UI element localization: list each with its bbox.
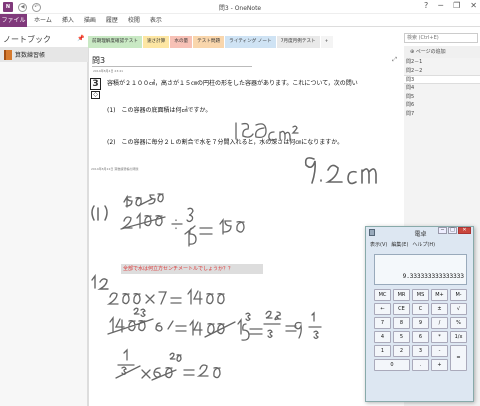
- subquestion-2: (2) この容器に毎分２Ｌの割合で水を７分間入れると，水の深さは何㎝になりますか…: [107, 139, 344, 146]
- section-tab[interactable]: 速さ計算: [142, 36, 170, 48]
- calc-key[interactable]: /: [431, 317, 448, 329]
- section-tab[interactable]: ライティング ノート: [225, 36, 276, 48]
- calc-key[interactable]: C: [412, 303, 429, 315]
- search-input[interactable]: 検索 (Ctrl+E): [404, 33, 478, 43]
- calc-key[interactable]: 3: [412, 345, 429, 357]
- calc-key[interactable]: 4: [374, 331, 391, 343]
- calc-key[interactable]: M+: [431, 289, 448, 301]
- page-list-item[interactable]: 問5: [404, 93, 480, 102]
- title-underline: [92, 66, 252, 67]
- calc-key[interactable]: MC: [374, 289, 391, 301]
- page-canvas[interactable]: 問3 2014年8月4日 23:41 ⤢ 3 ◇ 容積が２１００㎤，高さが１５㎝…: [88, 48, 404, 406]
- calc-menu-edit[interactable]: 編集(E): [391, 241, 408, 248]
- menu-view[interactable]: 表示: [150, 14, 162, 27]
- menu-insert[interactable]: 挿入: [62, 14, 74, 27]
- minimize-icon[interactable]: ─: [438, 1, 443, 10]
- add-page-button[interactable]: ⊕ ページの追加: [404, 46, 480, 58]
- calculator-window[interactable]: 電卓 ─ □ ✕ 表示(V) 編集(E) ヘルプ(H) 9.3333333333…: [365, 226, 474, 402]
- subquestion-1: (1) この容器の底面積は何㎠ですか。: [107, 107, 212, 114]
- window-controls: ? ─ ❐ ✕: [424, 1, 477, 10]
- calc-key[interactable]: MR: [393, 289, 410, 301]
- calc-key[interactable]: *: [431, 331, 448, 343]
- calc-key[interactable]: 6: [412, 331, 429, 343]
- calc-key[interactable]: ±: [431, 303, 448, 315]
- calc-key[interactable]: 1: [374, 345, 391, 357]
- menu-draw[interactable]: 描画: [84, 14, 96, 27]
- highlighted-question: 全部で水は何立方センチメートルでしょうか？？: [121, 264, 263, 274]
- expand-icon[interactable]: ⤢: [392, 56, 397, 64]
- calculator-window-controls: ─ □ ✕: [438, 227, 471, 234]
- restore-icon[interactable]: ❐: [453, 1, 460, 10]
- section-tab[interactable]: テスト問題: [193, 36, 225, 48]
- page-list-item[interactable]: 問4: [404, 84, 480, 93]
- calc-minimize-icon[interactable]: ─: [438, 227, 447, 234]
- calc-key[interactable]: 2: [393, 345, 410, 357]
- section-tab[interactable]: 前期理解度確認テスト: [88, 36, 142, 48]
- section-tab[interactable]: 7月度月例テスト: [276, 36, 320, 48]
- calc-key[interactable]: +: [431, 359, 448, 371]
- window-title: 問3 - OneNote: [218, 5, 262, 12]
- calc-key[interactable]: 7: [374, 317, 391, 329]
- notebook-item[interactable]: 算数練習帳: [0, 47, 88, 62]
- page-list-item[interactable]: 問6: [404, 101, 480, 110]
- question-number: 3: [90, 78, 101, 90]
- page-list-item[interactable]: 問2－2: [404, 67, 480, 76]
- ribbon-menus: ホーム 挿入 描画 履歴 校閲 表示: [34, 14, 162, 27]
- calc-key[interactable]: 9: [412, 317, 429, 329]
- calculator-keypad: MC MR MS M+ M- ← CE C ± √ 7 8 9/% 4 5 6 * 1/x 1 2 3- = 0. +: [374, 289, 467, 371]
- calc-key[interactable]: CE: [393, 303, 410, 315]
- notebook-pane: [0, 62, 88, 406]
- page-date: 2014年8月4日 23:41: [93, 69, 124, 73]
- close-icon[interactable]: ✕: [470, 1, 477, 10]
- calc-key[interactable]: 5: [393, 331, 410, 343]
- calc-key[interactable]: -: [431, 345, 448, 357]
- question-marker-icon: ◇: [91, 91, 100, 99]
- page-list-item[interactable]: 問7: [404, 110, 480, 119]
- calculator-menu: 表示(V) 編集(E) ヘルプ(H): [370, 241, 435, 248]
- calc-key[interactable]: MS: [412, 289, 429, 301]
- calc-key[interactable]: M-: [450, 289, 467, 301]
- add-section-tab[interactable]: +: [320, 36, 333, 48]
- calc-key[interactable]: 8: [393, 317, 410, 329]
- calc-key[interactable]: √: [450, 303, 467, 315]
- ribbon: ファイル ホーム 挿入 描画 履歴 校閲 表示: [0, 14, 480, 27]
- menu-history[interactable]: 履歴: [106, 14, 118, 27]
- calc-key[interactable]: 0: [374, 359, 410, 371]
- calc-key[interactable]: %: [450, 317, 467, 329]
- pin-icon[interactable]: 📌: [77, 35, 84, 42]
- page-title[interactable]: 問3: [92, 55, 105, 66]
- menu-review[interactable]: 校閲: [128, 14, 140, 27]
- notebook-header[interactable]: ノートブック: [0, 34, 88, 46]
- calc-key[interactable]: =: [450, 345, 467, 371]
- calc-key[interactable]: 1/x: [450, 331, 467, 343]
- section-tab[interactable]: 水の量: [170, 36, 193, 48]
- notebook-icon: [4, 49, 12, 60]
- page-list-item[interactable]: 問2－1: [404, 58, 480, 67]
- calc-key[interactable]: ←: [374, 303, 391, 315]
- help-icon[interactable]: ?: [424, 1, 428, 10]
- calc-key[interactable]: .: [412, 359, 429, 371]
- calculator-display: 9.333333333333333: [374, 254, 467, 285]
- section-tabs: 前期理解度確認テスト 速さ計算 水の量 テスト問題 ライティング ノート 7月度月例テスト…: [88, 36, 333, 48]
- file-tab[interactable]: ファイル: [0, 14, 27, 27]
- faint-note: 2014年8月22日 算数練習帳の問題: [91, 167, 139, 171]
- calc-menu-view[interactable]: 表示(V): [370, 241, 387, 248]
- add-page-label: ページの追加: [415, 49, 446, 55]
- title-bar: N ◀ ↶ 問3 - OneNote ? ─ ❐ ✕: [0, 0, 480, 14]
- menu-home[interactable]: ホーム: [34, 14, 52, 27]
- calc-close-icon[interactable]: ✕: [458, 227, 471, 234]
- calc-menu-help[interactable]: ヘルプ(H): [412, 241, 435, 248]
- page-list-item[interactable]: 問3: [404, 75, 480, 85]
- notebook-label: 算数練習帳: [15, 52, 46, 59]
- problem-text: 容積が２１００㎤，高さが１５㎝の円柱の形をした容器があります。これについて，次の…: [107, 80, 358, 87]
- calc-maximize-icon[interactable]: □: [448, 227, 457, 234]
